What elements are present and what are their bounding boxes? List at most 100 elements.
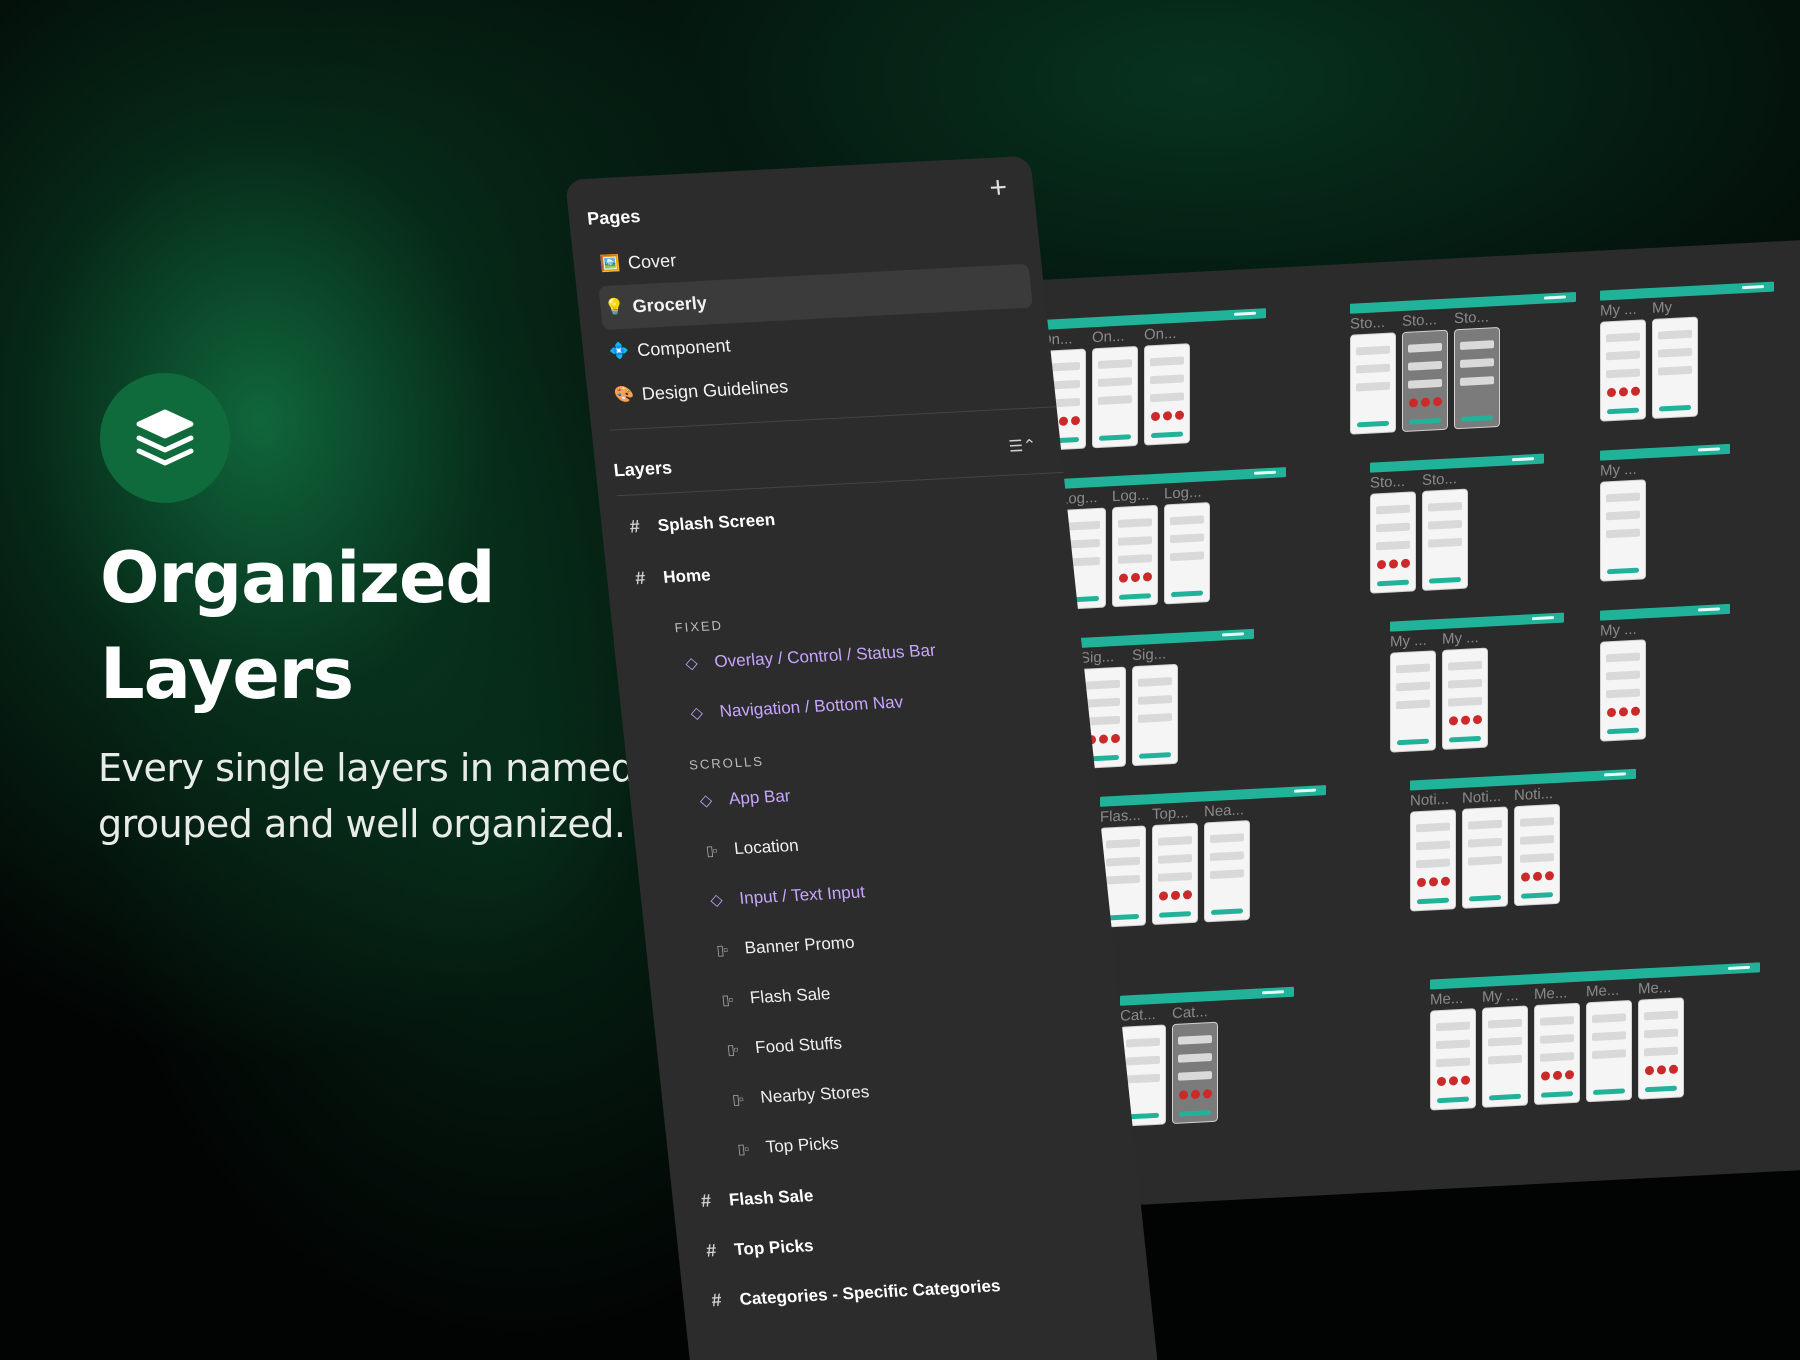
- product-dot: [1437, 1076, 1446, 1087]
- screen-thumbnail[interactable]: [1144, 343, 1190, 446]
- screen-thumbnail[interactable]: [1638, 997, 1684, 1100]
- layer-text-input[interactable]: ◇ Input / Text Input: [706, 882, 866, 910]
- screen-thumbnail[interactable]: [1422, 488, 1468, 591]
- frame-group[interactable]: Sto... Sto... Sto...: [1350, 291, 1576, 435]
- frame-label: Noti...: [1514, 785, 1554, 805]
- frame-group[interactable]: My ... My: [1600, 281, 1774, 422]
- placeholder-block: [1210, 851, 1244, 862]
- screen-thumbnail[interactable]: [1442, 647, 1488, 750]
- layer-food-stuffs[interactable]: ▯▫ Food Stuffs: [722, 1034, 843, 1060]
- product-dot: [1179, 1090, 1188, 1100]
- screen-thumbnail[interactable]: [1152, 822, 1198, 926]
- screen-row: [1600, 475, 1730, 582]
- collapse-layers-icon[interactable]: ☰⌃: [1008, 435, 1038, 456]
- layer-top-picks-group[interactable]: ▯▫ Top Picks: [733, 1134, 840, 1159]
- plus-icon[interactable]: +: [984, 171, 1013, 205]
- screen-thumbnail[interactable]: [1350, 332, 1396, 435]
- screen-thumbnail[interactable]: [1600, 319, 1646, 422]
- layer-categories-frame[interactable]: # Categories - Specific Categories: [707, 1275, 1002, 1311]
- screen-thumbnail[interactable]: [1402, 329, 1448, 433]
- product-dot: [1171, 890, 1180, 901]
- auto-layout-icon: ▯▫: [731, 1090, 744, 1107]
- placeholder-block: [1416, 840, 1450, 851]
- layer-nearby-stores[interactable]: ▯▫ Nearby Stores: [727, 1082, 870, 1109]
- layer-app-bar[interactable]: ◇ App Bar: [696, 786, 792, 811]
- screen-thumbnail[interactable]: [1410, 809, 1456, 912]
- layer-splash-screen[interactable]: # Splash Screen: [625, 509, 776, 538]
- layer-label: Nearby Stores: [759, 1082, 871, 1107]
- placeholder-block: [1086, 679, 1120, 690]
- frame-group[interactable]: Log... Log... Log...: [1060, 467, 1286, 610]
- layer-label: Top Picks: [733, 1235, 815, 1259]
- frame-group[interactable]: Noti... Noti... Noti...: [1410, 768, 1636, 912]
- auto-layout-icon: ▯▫: [726, 1040, 739, 1057]
- screen-thumbnail[interactable]: [1482, 1005, 1528, 1108]
- design-canvas[interactable]: On... On... On... Sto... Sto... Sto... My ... M…: [1040, 234, 1800, 1210]
- product-dot: [1429, 877, 1438, 887]
- layer-home[interactable]: # Home: [630, 564, 711, 589]
- cta-button-preview: [1409, 417, 1441, 425]
- product-dot: [1631, 386, 1640, 397]
- placeholder-block: [1396, 699, 1430, 710]
- section-label-fixed: FIXED: [673, 617, 724, 636]
- screen-thumbnail[interactable]: [1092, 345, 1138, 449]
- auto-layout-icon: ▯▫: [720, 990, 734, 1008]
- product-dot: [1151, 411, 1160, 422]
- screen-thumbnail[interactable]: [1204, 819, 1250, 923]
- placeholder-block: [1178, 1052, 1212, 1063]
- frame-group[interactable]: My ...: [1600, 443, 1730, 582]
- screen-thumbnail[interactable]: [1172, 1021, 1218, 1125]
- screen-thumbnail[interactable]: [1164, 502, 1210, 605]
- frame-group[interactable]: My ...: [1600, 603, 1730, 742]
- screen-thumbnail[interactable]: [1430, 1008, 1476, 1111]
- cta-button-preview: [1521, 892, 1553, 899]
- screen-thumbnail[interactable]: [1514, 803, 1560, 907]
- frame-group[interactable]: My ... My ...: [1390, 612, 1564, 753]
- frame-group[interactable]: Flas... Top... Nea...: [1100, 785, 1326, 928]
- layer-banner-promo[interactable]: ▯▫ Banner Promo: [712, 933, 856, 960]
- placeholder-block: [1644, 1010, 1678, 1021]
- product-dot: [1409, 398, 1418, 408]
- placeholder-block: [1118, 554, 1152, 564]
- product-dot: [1607, 387, 1616, 398]
- layer-status-bar[interactable]: ◇ Overlay / Control / Status Bar: [681, 641, 937, 674]
- layer-top-picks-frame[interactable]: # Top Picks: [701, 1235, 814, 1262]
- frame-label: Me...: [1534, 984, 1568, 1004]
- frame-group[interactable]: Sig... Sig...: [1080, 628, 1254, 769]
- placeholder-block: [1460, 376, 1494, 386]
- screen-thumbnail[interactable]: [1534, 1002, 1580, 1106]
- frame-label: My ...: [1442, 629, 1479, 648]
- placeholder-block: [1540, 1052, 1574, 1062]
- frame-label: Nea...: [1204, 801, 1245, 821]
- placeholder-block: [1592, 1013, 1626, 1024]
- frame-group[interactable]: On... On... On...: [1040, 308, 1266, 451]
- cta-button-preview: [1607, 567, 1639, 575]
- screen-thumbnail[interactable]: [1462, 806, 1508, 909]
- product-dot: [1401, 558, 1410, 569]
- screen-thumbnail[interactable]: [1390, 650, 1436, 753]
- placeholder-block: [1098, 359, 1132, 369]
- layer-bottom-nav[interactable]: ◇ Navigation / Bottom Nav: [687, 692, 904, 723]
- frame-label: Log...: [1164, 483, 1202, 503]
- screen-thumbnail[interactable]: [1370, 491, 1416, 594]
- screen-thumbnail[interactable]: [1600, 479, 1646, 582]
- layer-label: Location: [733, 835, 800, 859]
- screen-thumbnail[interactable]: [1132, 663, 1178, 767]
- cta-button-preview: [1159, 911, 1191, 918]
- screen-thumbnail[interactable]: [1600, 639, 1646, 742]
- divider: [616, 471, 1064, 497]
- screen-thumbnail[interactable]: [1112, 504, 1158, 608]
- screen-thumbnail[interactable]: [1454, 326, 1500, 430]
- frame-group[interactable]: Cat... Cat...: [1120, 986, 1294, 1127]
- layer-flash-sale-group[interactable]: ▯▫ Flash Sale: [717, 984, 832, 1010]
- screen-thumbnail[interactable]: [1586, 999, 1632, 1103]
- stacked-layers-icon: [100, 373, 230, 503]
- layer-flash-sale-frame[interactable]: # Flash Sale: [696, 1185, 814, 1212]
- screen-thumbnail[interactable]: [1652, 316, 1698, 419]
- placeholder-block: [1170, 551, 1204, 562]
- frame-group[interactable]: Me... My ... Me... Me... Me...: [1430, 962, 1760, 1111]
- frame-group[interactable]: Sto... Sto...: [1370, 453, 1544, 594]
- placeholder-block: [1106, 838, 1140, 849]
- screen-row: [1600, 635, 1730, 742]
- layer-location[interactable]: ▯▫ Location: [701, 836, 799, 861]
